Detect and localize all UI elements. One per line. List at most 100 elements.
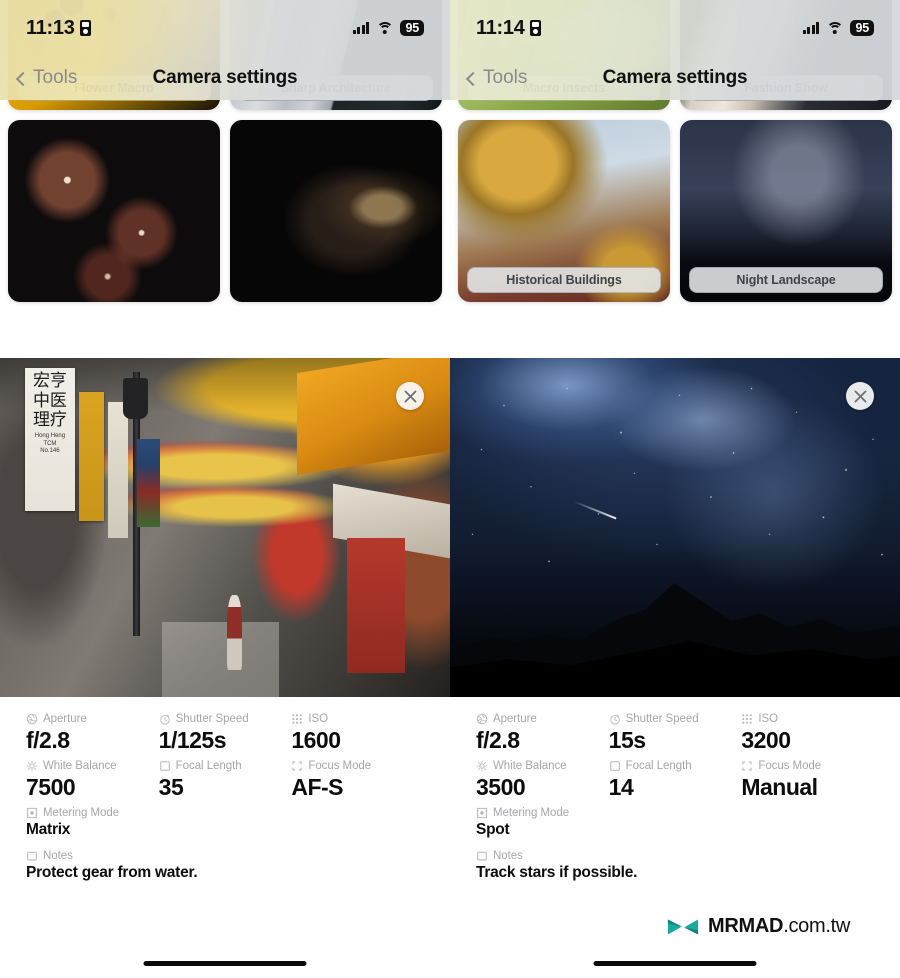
metering-icon [476, 807, 488, 819]
metadata-label-text: Shutter Speed [175, 713, 249, 725]
metadata-label-text: Metering Mode [493, 807, 570, 820]
grid-card[interactable] [8, 120, 220, 302]
nav-bar: Tools Camera settings [450, 56, 900, 100]
metadata-value: Protect gear from water. [26, 863, 198, 881]
mountain-silhouette [450, 555, 900, 697]
metadata-label: ISO [291, 713, 424, 725]
metadata-label: Focal Length [159, 760, 292, 772]
chevron-left-icon [465, 71, 481, 86]
grid-dots-icon [291, 713, 303, 725]
watermark-brand: MRMAD [708, 915, 784, 937]
metadata-label: Focal Length [609, 760, 742, 772]
metadata-cell-aperture: Aperture f/2.8 [26, 713, 159, 754]
focus-brackets-icon [291, 760, 303, 772]
metadata-label-text: Focus Mode [758, 760, 822, 773]
expanded-photo-night-sky[interactable] [450, 358, 900, 697]
sun-icon [476, 760, 488, 772]
metadata-value: f/2.8 [476, 727, 520, 753]
chinatown-street-photo: 宏亨 中医 理疗 Hong Heng TCM No.146 [0, 358, 450, 697]
battery-percent-badge: 95 [400, 20, 424, 36]
sign-glyphs: 宏亨 中医 理疗 [32, 371, 67, 430]
milky-way-night-sky-photo [450, 358, 900, 697]
metadata-label-text: ISO [758, 713, 779, 725]
close-icon [854, 390, 866, 402]
orange-awning [297, 358, 450, 476]
status-right: 95 [802, 20, 874, 36]
recording-indicator-icon [529, 20, 541, 36]
status-bar: 11:13 95 [0, 0, 450, 56]
close-photo-button[interactable] [396, 382, 424, 410]
grid-dots-icon [741, 713, 753, 725]
grid-caption: Night Landscape [689, 267, 883, 293]
watermark-tld: .com.tw [783, 915, 850, 937]
metadata-sheet-left: Aperture f/2.8 Shutter Speed 1/125s ISO [0, 697, 450, 978]
metadata-cell-focus-mode: Focus Mode AF-S [291, 760, 424, 801]
metadata-value: Track stars if possible. [476, 863, 638, 881]
metadata-label: Shutter Speed [609, 713, 742, 725]
grid-card[interactable]: Night Landscape [680, 120, 892, 302]
status-left: 11:14 [476, 17, 541, 40]
note-icon [26, 850, 38, 862]
metadata-label: Metering Mode [26, 807, 424, 819]
metadata-value: 14 [608, 774, 634, 801]
panel-left: Flower Macro Sharp Architecture 11:13 95… [0, 0, 450, 978]
metadata-value: 1/125s [158, 727, 227, 753]
metadata-value: 15s [608, 727, 646, 753]
metadata-value: 1600 [291, 727, 341, 753]
grid-card[interactable]: Historical Buildings [458, 120, 670, 302]
metadata-label-text: Focal Length [625, 760, 692, 773]
wifi-icon [376, 21, 394, 35]
cellular-signal-icon [802, 22, 820, 34]
red-shopfront [346, 537, 405, 674]
metadata-row: White Balance 7500 Focal Length 35 Focus… [26, 760, 424, 801]
aperture-icon [476, 713, 488, 725]
metadata-cell-iso: ISO 1600 [291, 713, 424, 754]
metadata-cell-notes: Notes Track stars if possible. [476, 850, 874, 882]
status-time: 11:14 [476, 16, 525, 39]
metadata-cell-shutter-speed: Shutter Speed 1/125s [159, 713, 292, 754]
metadata-cell-shutter-speed: Shutter Speed 15s [609, 713, 742, 754]
metadata-label-text: Metering Mode [43, 807, 120, 820]
metadata-label: Focus Mode [291, 760, 424, 772]
square-icon [159, 760, 171, 772]
close-photo-button[interactable] [846, 382, 874, 410]
square-icon [609, 760, 621, 772]
mrmad-bowtie-logo-icon [667, 918, 699, 935]
metadata-label-text: White Balance [43, 760, 117, 773]
pedestrian-figure [227, 595, 242, 670]
metadata-value: 35 [158, 774, 184, 801]
home-indicator[interactable] [143, 961, 307, 966]
home-indicator[interactable] [593, 961, 757, 966]
back-button[interactable]: Tools [465, 67, 528, 89]
panel-right: Macro Insects Fashion Show Historical Bu… [450, 0, 900, 978]
metadata-value: Spot [476, 821, 510, 839]
metadata-row: Aperture f/2.8 Shutter Speed 15s ISO 320… [476, 713, 874, 754]
metadata-cell-white-balance: White Balance 7500 [26, 760, 159, 801]
metadata-cell-focal-length: Focal Length 14 [609, 760, 742, 801]
focus-brackets-icon [741, 760, 753, 772]
back-button-label: Tools [483, 67, 528, 88]
note-icon [476, 850, 488, 862]
metadata-cell-notes: Notes Protect gear from water. [26, 850, 424, 882]
metadata-value: 7500 [26, 774, 76, 801]
white-banner-sign [108, 402, 129, 538]
back-button[interactable]: Tools [15, 67, 77, 89]
dark-portrait-photo [230, 120, 442, 302]
metadata-cell-focal-length: Focal Length 35 [159, 760, 292, 801]
metadata-label: ISO [741, 713, 874, 725]
expanded-photo-chinatown[interactable]: 宏亨 中医 理疗 Hong Heng TCM No.146 [0, 358, 450, 697]
street-ground [162, 622, 279, 697]
metadata-label: Metering Mode [476, 807, 874, 819]
status-time: 11:13 [26, 16, 75, 39]
metadata-label: Notes [476, 850, 874, 862]
metadata-label-text: ISO [308, 713, 329, 725]
site-watermark: MRMAD.com.tw [667, 915, 850, 938]
metadata-value: Matrix [26, 821, 71, 839]
chevron-left-icon [15, 71, 31, 86]
metadata-label-text: Focus Mode [308, 760, 372, 773]
wifi-icon [826, 21, 844, 35]
grid-card[interactable] [230, 120, 442, 302]
metadata-value: 3500 [476, 774, 526, 801]
metadata-value: f/2.8 [26, 727, 70, 753]
metadata-value: 3200 [741, 727, 791, 753]
